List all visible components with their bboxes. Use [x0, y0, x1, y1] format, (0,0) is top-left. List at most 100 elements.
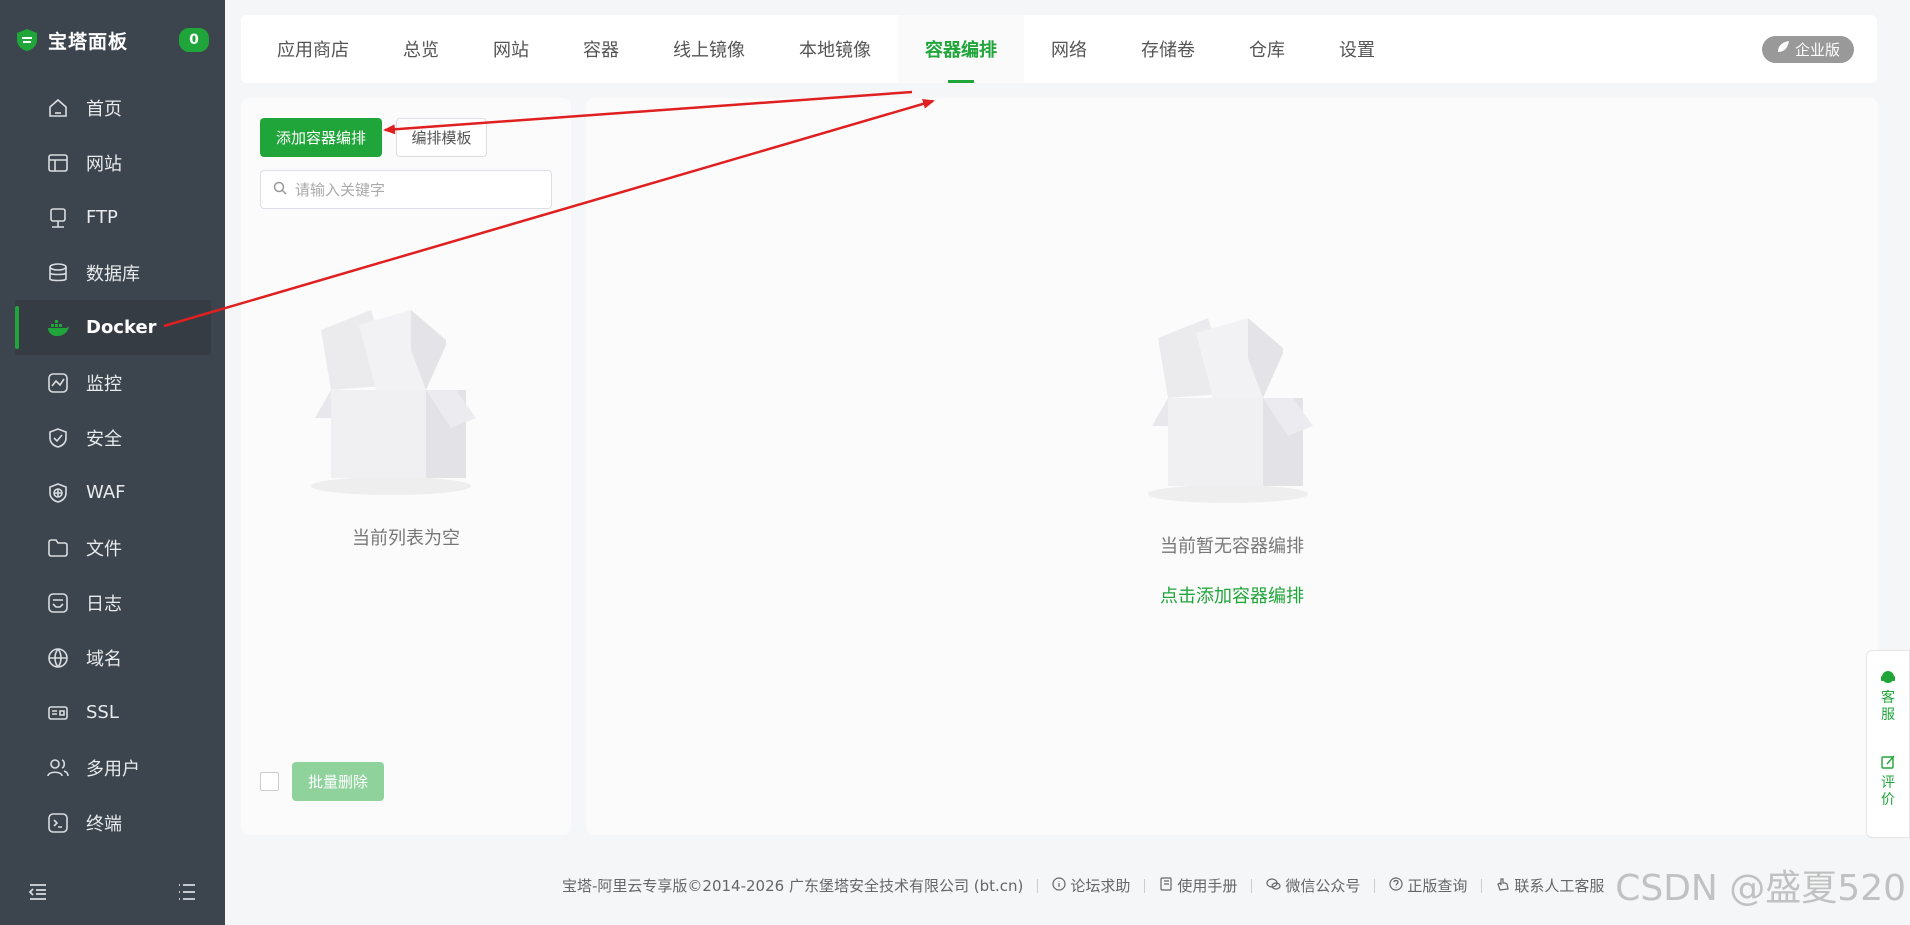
support-link-label: 联系人工客服 — [1514, 877, 1605, 895]
notification-badge[interactable]: 0 — [179, 28, 209, 52]
empty-box-illustration — [311, 310, 476, 495]
book-icon — [1159, 876, 1173, 895]
tab-container[interactable]: 容器 — [556, 15, 646, 83]
docker-icon — [46, 316, 70, 340]
sidebar-item-users[interactable]: 多用户 — [0, 740, 225, 795]
manual-link[interactable]: 使用手册 — [1159, 875, 1237, 896]
customer-service-button[interactable]: 客 服 — [1880, 669, 1896, 724]
forum-link[interactable]: 论坛求助 — [1052, 875, 1130, 896]
copyright: 宝塔-阿里云专享版©2014-2026 广东堡塔安全技术有限公司 (bt.cn) — [562, 877, 1024, 895]
license-link[interactable]: 正版查询 — [1389, 875, 1467, 896]
tab-local-images[interactable]: 本地镜像 — [772, 15, 898, 83]
wechat-link[interactable]: 微信公众号 — [1266, 875, 1360, 896]
sidebar-item-label: Docker — [86, 317, 157, 338]
add-compose-button[interactable]: 添加容器编排 — [260, 118, 382, 157]
brand[interactable]: 宝塔面板 0 — [0, 0, 225, 80]
sidebar-item-label: 多用户 — [86, 758, 140, 780]
divider — [1251, 878, 1253, 893]
ssl-icon — [46, 701, 70, 725]
folder-icon — [46, 536, 70, 560]
search-icon — [273, 180, 287, 199]
info-icon — [1052, 876, 1066, 895]
sidebar-item-label: 数据库 — [86, 263, 140, 285]
empty-box-illustration — [1148, 318, 1313, 503]
sidebar-item-home[interactable]: 首页 — [0, 80, 225, 135]
bt-logo-icon — [17, 29, 37, 51]
sidebar-item-label: 网站 — [86, 153, 122, 175]
docker-tabs: 应用商店 总览 网站 容器 线上镜像 本地镜像 容器编排 网络 存储卷 仓库 设… — [241, 15, 1877, 83]
empty-list-text: 当前列表为空 — [352, 528, 460, 549]
users-icon — [46, 756, 70, 780]
sidebar-item-label: 终端 — [86, 813, 122, 835]
sidebar-nav: 首页 网站 FTP 数据库 Docker 监控 安全 WAF 文件 日志 域名 … — [0, 80, 225, 850]
tab-app-store[interactable]: 应用商店 — [250, 15, 376, 83]
sidebar-item-database[interactable]: 数据库 — [0, 245, 225, 300]
sidebar-item-docker[interactable]: Docker — [15, 300, 211, 355]
query-icon — [1389, 876, 1403, 895]
review-button[interactable]: 评 价 — [1880, 754, 1896, 809]
tab-settings[interactable]: 设置 — [1312, 15, 1402, 83]
enterprise-badge[interactable]: 企业版 — [1761, 35, 1854, 63]
terminal-icon — [46, 811, 70, 835]
waf-icon — [46, 481, 70, 505]
select-all-checkbox[interactable] — [260, 772, 279, 791]
brand-name: 宝塔面板 — [48, 30, 129, 53]
support-link[interactable]: 联系人工客服 — [1496, 875, 1604, 896]
sidebar-item-label: WAF — [86, 482, 126, 503]
edit-icon — [1880, 754, 1896, 775]
sidebar-item-security[interactable]: 安全 — [0, 410, 225, 465]
collapse-sidebar-icon[interactable] — [28, 883, 48, 905]
www-icon — [46, 646, 70, 670]
leaf-icon — [1776, 40, 1790, 58]
compose-template-button[interactable]: 编排模板 — [396, 118, 487, 157]
tab-online-images[interactable]: 线上镜像 — [646, 15, 772, 83]
forum-link-label: 论坛求助 — [1070, 877, 1131, 895]
home-icon — [46, 96, 70, 120]
sidebar-item-monitor[interactable]: 监控 — [0, 355, 225, 410]
sidebar-item-website[interactable]: 网站 — [0, 135, 225, 190]
divider — [1374, 878, 1376, 893]
sidebar-item-label: 文件 — [86, 538, 122, 560]
empty-compose-text: 当前暂无容器编排 — [1160, 536, 1304, 557]
tab-registry[interactable]: 仓库 — [1222, 15, 1312, 83]
divider — [1144, 878, 1146, 893]
tab-overview[interactable]: 总览 — [376, 15, 466, 83]
sidebar-item-logs[interactable]: 日志 — [0, 575, 225, 630]
review-label-1: 评 — [1881, 775, 1895, 791]
batch-delete-button[interactable]: 批量删除 — [292, 762, 384, 801]
manual-link-label: 使用手册 — [1177, 877, 1238, 895]
search-field[interactable] — [260, 170, 552, 209]
sidebar-item-ftp[interactable]: FTP — [0, 190, 225, 245]
sidebar-item-label: 监控 — [86, 373, 122, 395]
shield-icon — [46, 426, 70, 450]
service-label-2: 服 — [1881, 707, 1895, 723]
wechat-icon — [1266, 877, 1281, 895]
divider — [1481, 878, 1483, 893]
list-menu-icon[interactable] — [177, 883, 197, 905]
sidebar-item-ssl[interactable]: SSL — [0, 685, 225, 740]
sidebar-item-domain[interactable]: 域名 — [0, 630, 225, 685]
sidebar-item-label: 日志 — [86, 593, 122, 615]
website-icon — [46, 151, 70, 175]
tab-website[interactable]: 网站 — [466, 15, 556, 83]
sidebar-item-files[interactable]: 文件 — [0, 520, 225, 575]
tab-volumes[interactable]: 存储卷 — [1114, 15, 1222, 83]
service-label-1: 客 — [1881, 690, 1895, 706]
watermark: CSDN @盛夏520 — [1615, 868, 1906, 909]
add-compose-link[interactable]: 点击添加容器编排 — [586, 582, 1878, 608]
compose-list-panel: 添加容器编排 编排模板 当前列表为空 批量删除 — [241, 98, 571, 835]
sidebar-item-waf[interactable]: WAF — [0, 465, 225, 520]
sidebar-footer — [0, 883, 225, 905]
sidebar-item-label: 安全 — [86, 428, 122, 450]
license-link-label: 正版查询 — [1407, 877, 1468, 895]
hand-icon — [1496, 877, 1510, 895]
footer: 宝塔-阿里云专享版©2014-2026 广东堡塔安全技术有限公司 (bt.cn)… — [562, 875, 1604, 896]
sidebar-item-terminal[interactable]: 终端 — [0, 795, 225, 850]
ftp-icon — [46, 206, 70, 230]
search-input[interactable] — [295, 180, 535, 199]
tab-compose[interactable]: 容器编排 — [898, 15, 1024, 83]
divider — [1037, 878, 1039, 893]
tab-network[interactable]: 网络 — [1024, 15, 1114, 83]
floating-actions: 客 服 评 价 — [1866, 650, 1910, 838]
monitor-icon — [46, 371, 70, 395]
